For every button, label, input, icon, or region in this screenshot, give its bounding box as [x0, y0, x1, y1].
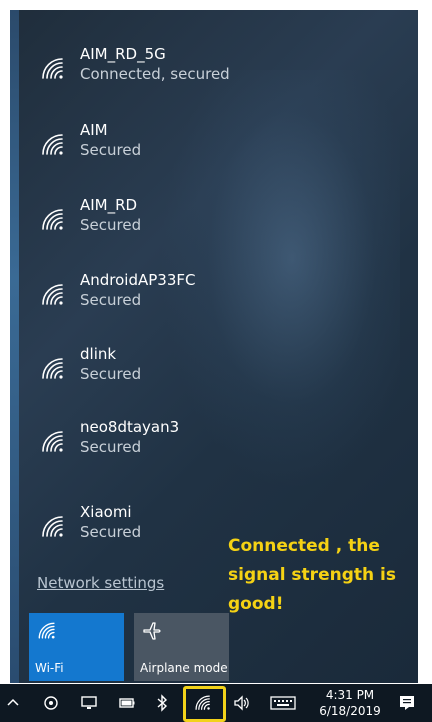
network-item-aim-rd-5g[interactable]: AIM_RD_5G Connected, secured	[34, 44, 394, 100]
clock-date: 6/18/2019	[319, 704, 381, 718]
network-name: AIM_RD_5G	[80, 45, 166, 63]
network-item-aim[interactable]: AIM Secured	[34, 120, 394, 176]
network-status: Secured	[80, 438, 142, 456]
network-item-neo8dtayan3[interactable]: neo8dtayan3 Secured	[34, 417, 394, 473]
wifi-highlight-box	[183, 686, 226, 722]
network-name: AndroidAP33FC	[80, 271, 196, 289]
network-settings-link[interactable]: Network settings	[37, 574, 164, 592]
wifi-toggle-tile[interactable]: Wi-Fi	[29, 613, 124, 681]
wifi-tile-label: Wi-Fi	[35, 661, 64, 675]
wifi-icon	[42, 358, 63, 379]
network-item-aim-rd[interactable]: AIM_RD Secured	[34, 195, 394, 251]
network-name: Xiaomi	[80, 503, 132, 521]
clock-time: 4:31 PM	[325, 688, 375, 702]
network-status: Secured	[80, 141, 142, 159]
airplane-icon	[143, 622, 161, 640]
airplane-mode-tile[interactable]: Airplane mode	[134, 613, 229, 681]
speaker-icon[interactable]	[233, 694, 251, 712]
monitor-icon[interactable]	[80, 694, 98, 712]
wifi-icon	[42, 134, 63, 155]
cortana-icon[interactable]	[42, 694, 60, 712]
desktop-edge	[10, 10, 19, 683]
network-name: dlink	[80, 345, 117, 363]
network-item-androidap33fc[interactable]: AndroidAP33FC Secured	[34, 270, 394, 326]
bluetooth-icon[interactable]	[153, 694, 171, 712]
network-name: neo8dtayan3	[80, 418, 180, 436]
wifi-icon	[42, 58, 63, 79]
network-name: AIM_RD	[80, 196, 138, 214]
wifi-icon	[42, 516, 63, 537]
battery-icon[interactable]	[118, 694, 136, 712]
chevron-up-icon[interactable]	[4, 694, 22, 712]
action-center-icon[interactable]	[398, 694, 416, 712]
network-item-dlink[interactable]: dlink Secured	[34, 344, 394, 400]
taskbar-clock[interactable]: 4:31 PM 6/18/2019	[310, 687, 390, 719]
network-status: Secured	[80, 216, 142, 234]
wifi-icon	[42, 284, 63, 305]
wifi-icon	[42, 431, 63, 452]
network-status: Secured	[80, 291, 142, 309]
keyboard-icon[interactable]	[270, 694, 296, 712]
wifi-icon	[38, 622, 55, 639]
wifi-icon	[42, 209, 63, 230]
screen: AIM_RD_5G Connected, secured AIM Secured	[0, 0, 432, 722]
network-status: Connected, secured	[80, 65, 230, 83]
annotation-text: Connected , the signal strength is good!	[228, 536, 396, 614]
network-status: Secured	[80, 365, 142, 383]
network-status: Secured	[80, 523, 142, 541]
network-name: AIM	[80, 121, 108, 139]
airplane-tile-label: Airplane mode	[140, 661, 228, 675]
